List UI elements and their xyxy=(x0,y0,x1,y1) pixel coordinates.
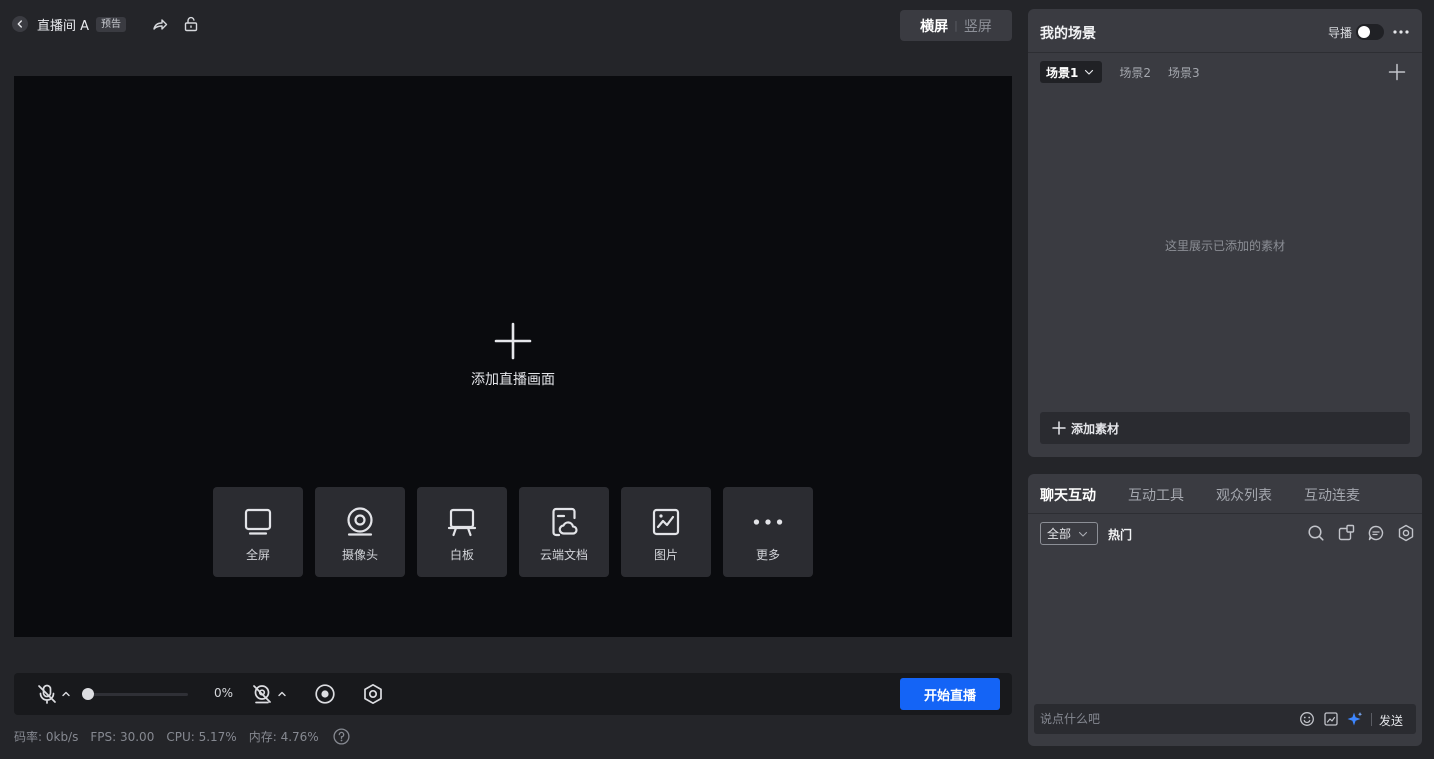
chevron-up-icon[interactable] xyxy=(277,689,287,699)
chat-panel: 聊天互动 互动工具 观众列表 互动连麦 全部 热门 发送 xyxy=(1028,474,1422,746)
monitor-icon xyxy=(242,506,274,538)
volume-slider-thumb[interactable] xyxy=(82,688,94,700)
more-dots-icon xyxy=(752,506,784,538)
chevron-down-icon xyxy=(1085,69,1094,75)
scenes-panel-header: 我的场景 导播 xyxy=(1028,9,1422,53)
send-divider xyxy=(1371,713,1372,726)
director-label: 导播 xyxy=(1328,26,1353,40)
tab-co-host[interactable]: 互动连麦 xyxy=(1304,485,1360,505)
source-image-button[interactable]: 图片 xyxy=(621,487,711,577)
emoji-icon[interactable] xyxy=(1299,711,1315,727)
source-label: 全屏 xyxy=(245,548,270,562)
stream-stats: 码率: 0kb/s FPS: 30.00 CPU: 5.17% 内存: 4.76… xyxy=(14,728,350,745)
source-more-button[interactable]: 更多 xyxy=(723,487,813,577)
filter-label: 全部 xyxy=(1047,527,1072,541)
send-button[interactable]: 发送 xyxy=(1379,712,1403,729)
cloud-document-icon xyxy=(548,506,580,538)
source-toolbar: 全屏 摄像头 白板 云端文档 图片 更多 xyxy=(213,487,813,577)
source-label: 图片 xyxy=(653,548,678,562)
add-material-label: 添加素材 xyxy=(1071,421,1120,436)
popout-window-icon[interactable] xyxy=(1337,524,1355,542)
image-icon xyxy=(650,506,682,538)
room-header: 直播间 A 预告 xyxy=(12,12,127,36)
fps-stat: FPS: 30.00 xyxy=(90,729,155,744)
source-fullscreen-button[interactable]: 全屏 xyxy=(213,487,303,577)
scene-tabs: 场景1 场景2 场景3 xyxy=(1040,61,1200,83)
chat-composer: 发送 xyxy=(1034,704,1416,734)
scenes-panel-title: 我的场景 xyxy=(1040,26,1096,42)
search-icon[interactable] xyxy=(1307,524,1325,542)
source-whiteboard-button[interactable]: 白板 xyxy=(417,487,507,577)
plus-icon xyxy=(1052,421,1066,435)
tab-audience-list[interactable]: 观众列表 xyxy=(1216,485,1272,505)
orientation-divider: | xyxy=(954,19,958,32)
settings-hex-icon[interactable] xyxy=(1397,524,1415,542)
cpu-stat: CPU: 5.17% xyxy=(166,729,237,744)
chevron-left-icon xyxy=(17,20,22,28)
scene-tab-2[interactable]: 场景2 xyxy=(1119,64,1151,81)
source-label: 更多 xyxy=(755,548,780,562)
camera-off-icon[interactable] xyxy=(251,683,273,705)
add-live-scene-button[interactable]: 添加直播画面 xyxy=(470,322,556,389)
scenes-empty-text: 这里展示已添加的素材 xyxy=(1164,239,1285,253)
hot-filter[interactable]: 热门 xyxy=(1108,526,1132,543)
volume-slider[interactable] xyxy=(82,688,188,700)
source-cloud-document-button[interactable]: 云端文档 xyxy=(519,487,609,577)
scene-tab-label: 场景1 xyxy=(1046,65,1079,80)
mic-muted-icon[interactable] xyxy=(36,683,58,705)
unlock-icon[interactable] xyxy=(182,15,200,33)
memory-stat: 内存: 4.76% xyxy=(248,730,319,744)
ai-sparkle-icon[interactable] xyxy=(1347,711,1363,727)
room-title: 直播间 A xyxy=(37,18,90,34)
share-icon[interactable] xyxy=(151,15,169,33)
portrait-tab[interactable]: 竖屏 xyxy=(964,16,992,36)
source-label: 摄像头 xyxy=(341,548,378,562)
scenes-panel: 我的场景 导播 场景1 场景2 场景3 这里展示已添加的素材 添加素材 xyxy=(1028,9,1422,457)
source-label: 白板 xyxy=(449,548,474,562)
director-toggle[interactable] xyxy=(1356,24,1384,40)
start-live-button[interactable]: 开始直播 xyxy=(900,678,1000,710)
chat-input[interactable] xyxy=(1040,708,1290,730)
chevron-up-icon[interactable] xyxy=(61,689,71,699)
chevron-down-icon xyxy=(1078,531,1088,537)
chat-tabs: 聊天互动 互动工具 观众列表 互动连麦 xyxy=(1028,474,1422,514)
add-live-scene-label: 添加直播画面 xyxy=(471,372,555,388)
tab-interaction-tools[interactable]: 互动工具 xyxy=(1128,485,1184,505)
message-filter-select[interactable]: 全部 xyxy=(1040,522,1098,545)
scene-tab-3[interactable]: 场景3 xyxy=(1168,64,1200,81)
add-material-button[interactable]: 添加素材 xyxy=(1040,412,1410,444)
message-bubble-icon[interactable] xyxy=(1367,524,1385,542)
image-upload-icon[interactable] xyxy=(1323,711,1339,727)
source-camera-button[interactable]: 摄像头 xyxy=(315,487,405,577)
scene-tab-1[interactable]: 场景1 xyxy=(1040,61,1103,83)
record-icon[interactable] xyxy=(314,683,336,705)
bitrate-stat: 码率: 0kb/s xyxy=(14,730,79,744)
director-toggle-knob xyxy=(1358,26,1370,38)
orientation-toggle: 横屏 | 竖屏 xyxy=(900,10,1012,41)
status-badge: 预告 xyxy=(96,16,127,32)
help-icon[interactable] xyxy=(333,728,350,745)
volume-percent: 0% xyxy=(214,686,234,700)
live-preview-canvas: 添加直播画面 全屏 摄像头 白板 云端文档 图片 更多 xyxy=(14,76,1012,637)
landscape-tab[interactable]: 横屏 xyxy=(920,16,948,36)
whiteboard-icon xyxy=(446,506,478,538)
webcam-icon xyxy=(344,506,376,538)
back-button[interactable] xyxy=(12,16,28,32)
more-options-icon[interactable] xyxy=(1392,25,1410,39)
source-label: 云端文档 xyxy=(539,548,588,562)
control-bar: 0% 开始直播 xyxy=(14,673,1012,715)
tab-chat[interactable]: 聊天互动 xyxy=(1040,485,1096,505)
add-scene-icon[interactable] xyxy=(1388,63,1406,81)
plus-icon xyxy=(494,322,532,360)
settings-hex-icon[interactable] xyxy=(362,683,384,705)
